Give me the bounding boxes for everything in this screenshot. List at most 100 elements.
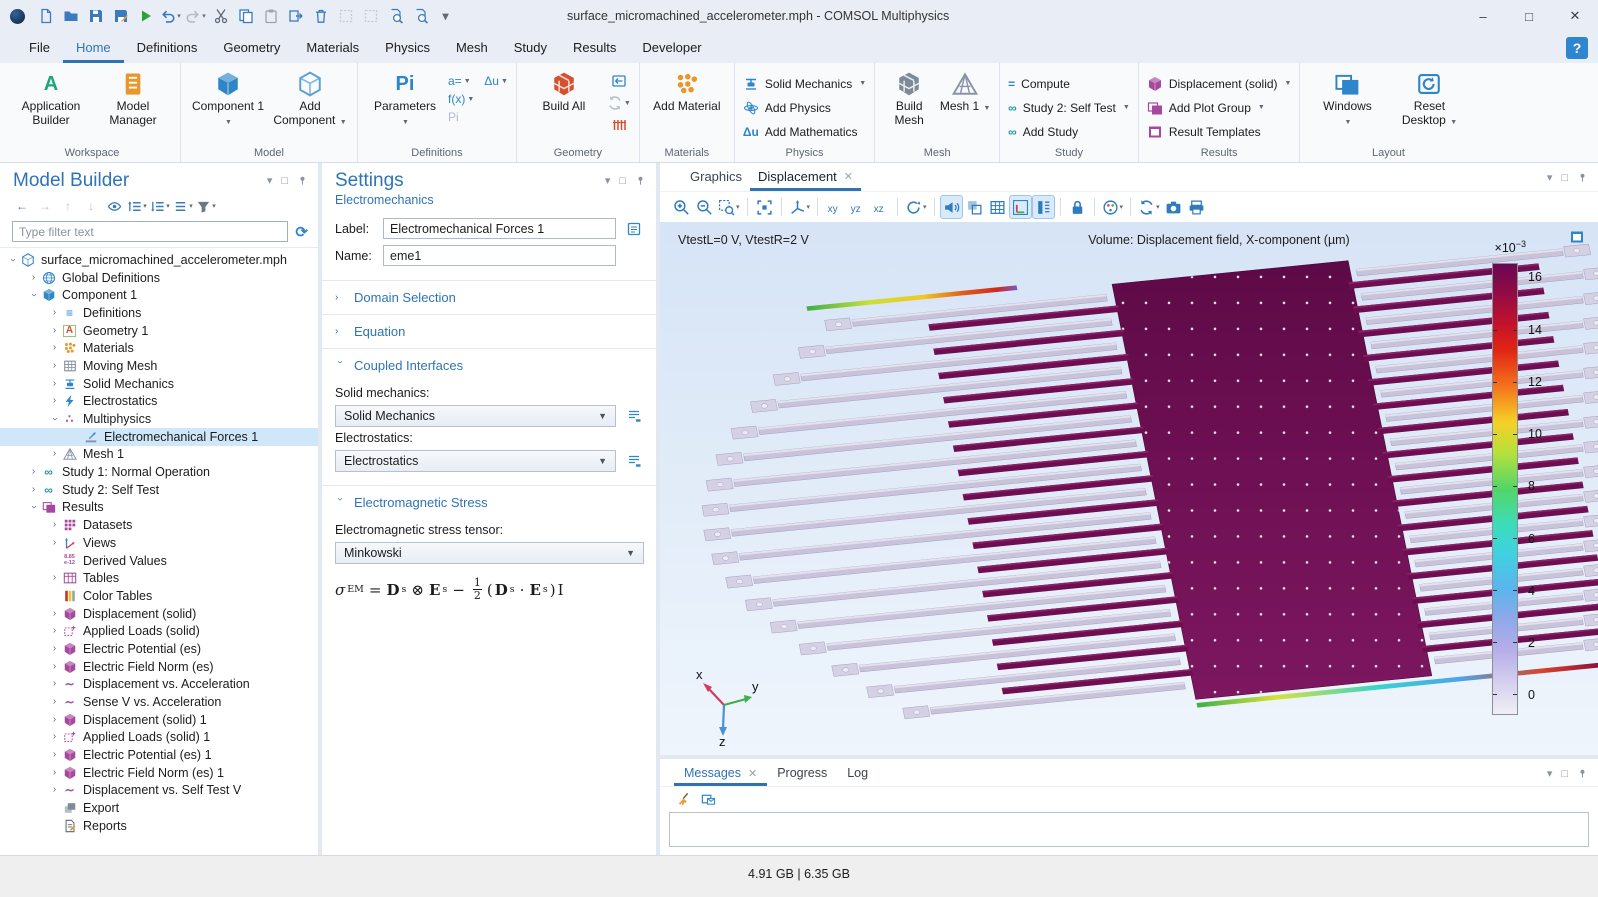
add-study-button[interactable]: ∞Add Study <box>1008 121 1130 142</box>
variables-button[interactable]: a=▼ <box>448 74 474 88</box>
study-2-self-test-button[interactable]: ∞Study 2: Self Test▼ <box>1008 97 1130 118</box>
menu-definitions[interactable]: Definitions <box>124 35 211 63</box>
maximize-button[interactable]: □ <box>1506 0 1552 32</box>
application-builder-button[interactable]: AApplication Builder <box>12 66 90 128</box>
panel-pin-icon[interactable] <box>1577 172 1588 183</box>
panel-float-icon[interactable]: □ <box>1561 172 1568 184</box>
tree-expand-chevron[interactable]: › <box>48 520 61 530</box>
find-icon[interactable] <box>383 4 408 28</box>
open-icon[interactable] <box>58 4 83 28</box>
show-axes-button[interactable] <box>1009 195 1032 219</box>
functions-button[interactable]: f(x)▼ <box>448 92 474 106</box>
back-button[interactable]: ← <box>12 196 32 216</box>
color-theme-button[interactable]: ▾ <box>1100 195 1126 219</box>
copy-icon[interactable] <box>233 4 258 28</box>
tree-item-displacement-vs-self-test-v[interactable]: ›∼Displacement vs. Self Test V <box>0 782 318 800</box>
delete-icon[interactable] <box>308 4 333 28</box>
tree-item-electric-potential-es[interactable]: ›Electric Potential (es) <box>0 640 318 658</box>
note-icon[interactable] <box>624 219 644 239</box>
zoom-out-button[interactable] <box>693 195 716 219</box>
tree-collapse-chevron[interactable]: › <box>8 253 18 266</box>
list-select-icon[interactable] <box>624 406 644 426</box>
tab-graphics[interactable]: Graphics <box>682 164 750 191</box>
rotate-view-button[interactable]: ▾ <box>903 195 929 219</box>
tree-expand-chevron[interactable]: › <box>48 343 61 353</box>
search-settings-icon[interactable] <box>408 4 433 28</box>
tree-expand-chevron[interactable]: › <box>48 609 61 619</box>
tree-item-materials[interactable]: ›Materials <box>0 339 318 357</box>
tree-item-color-tables[interactable]: Color Tables <box>0 587 318 605</box>
tree-expand-chevron[interactable]: › <box>48 732 61 742</box>
menu-materials[interactable]: Materials <box>293 35 372 63</box>
undo-icon[interactable]: ▾ <box>158 4 183 28</box>
tree-item-sense-v-vs-acceleration[interactable]: ›∼Sense V vs. Acceleration <box>0 693 318 711</box>
graphics-viewport[interactable]: VtestL=0 V, VtestR=2 V Volume: Displacem… <box>660 222 1598 755</box>
tree-item-global-definitions[interactable]: ›Global Definitions <box>0 269 318 287</box>
tree-expand-chevron[interactable]: › <box>48 679 61 689</box>
move-up-button[interactable]: ↑ <box>58 196 78 216</box>
close-icon[interactable]: ✕ <box>748 767 757 780</box>
show-hide-button[interactable] <box>104 196 124 216</box>
accelerometer-3d-view[interactable] <box>660 222 1598 755</box>
add-plot-group-button[interactable]: Add Plot Group▼ <box>1147 97 1292 118</box>
clear-messages-button[interactable] <box>672 789 692 809</box>
tree-item-results[interactable]: ›Results <box>0 499 318 517</box>
displacement-solid-button[interactable]: Displacement (solid)▼ <box>1147 73 1292 94</box>
panel-menu-icon[interactable]: ▾ <box>267 174 273 187</box>
paste-icon[interactable] <box>258 4 283 28</box>
color-legend-button[interactable] <box>1032 195 1055 219</box>
insert-sequence-icon[interactable] <box>607 73 631 89</box>
tree-item-displacement-solid-1[interactable]: ›Displacement (solid) 1 <box>0 711 318 729</box>
tree-collapse-chevron[interactable]: › <box>29 501 39 514</box>
disable-icon[interactable] <box>333 4 358 28</box>
save-as-icon[interactable] <box>108 4 133 28</box>
snapshot-button[interactable] <box>1162 195 1185 219</box>
list-select-icon[interactable] <box>624 451 644 471</box>
tree-expand-chevron[interactable]: › <box>48 326 61 336</box>
tree-item-applied-loads-solid[interactable]: ›Applied Loads (solid) <box>0 622 318 640</box>
menu-results[interactable]: Results <box>560 35 629 63</box>
tree-expand-chevron[interactable]: › <box>48 449 61 459</box>
fence-icon[interactable] <box>607 117 631 133</box>
panel-menu-icon[interactable]: ▾ <box>1547 171 1553 184</box>
electrostatics-select[interactable]: Electrostatics▼ <box>335 450 616 472</box>
windows-button[interactable]: Windows▼ <box>1308 66 1386 128</box>
tree-item-geometry-1[interactable]: ›AGeometry 1 <box>0 322 318 340</box>
run-icon[interactable] <box>133 4 158 28</box>
transparency-button[interactable] <box>963 195 986 219</box>
tree-expand-chevron[interactable]: › <box>48 750 61 760</box>
help-button[interactable]: ? <box>1566 37 1588 59</box>
build-mesh-button[interactable]: Build Mesh <box>883 66 935 128</box>
tree-item-views[interactable]: ›Views <box>0 534 318 552</box>
default-3d-view-button[interactable]: ▾ <box>787 195 813 219</box>
customize-toolbar-icon[interactable]: ▾ <box>433 4 458 28</box>
add-material-button[interactable]: Add Material <box>648 66 726 113</box>
tree-expand-chevron[interactable]: › <box>48 308 61 318</box>
tree-expand-chevron[interactable]: › <box>48 768 61 778</box>
section-header[interactable]: ›Electromagnetic Stress <box>335 495 644 510</box>
panel-menu-icon[interactable]: ▾ <box>1547 767 1553 780</box>
lock-view-button[interactable] <box>1066 195 1089 219</box>
tree-item-electrostatics[interactable]: ›Electrostatics <box>0 393 318 411</box>
expand-tree-button[interactable]: ▾ <box>127 196 147 216</box>
close-button[interactable]: ✕ <box>1552 0 1598 32</box>
section-header[interactable]: ›Coupled Interfaces <box>335 358 644 373</box>
panel-float-icon[interactable]: □ <box>619 175 626 187</box>
view-xz-button[interactable] <box>869 195 892 219</box>
nonlocal-couplings-button[interactable]: Δu▼ <box>484 74 508 88</box>
tree-node-text-button[interactable]: ▾ <box>173 196 193 216</box>
menu-geometry[interactable]: Geometry <box>210 35 293 63</box>
tree-item-definitions[interactable]: ›≡Definitions <box>0 304 318 322</box>
panel-pin-icon[interactable] <box>297 175 308 186</box>
panel-float-icon[interactable]: □ <box>1561 768 1568 780</box>
tree-expand-chevron[interactable]: › <box>48 785 61 795</box>
view-yz-button[interactable] <box>846 195 869 219</box>
tree-expand-chevron[interactable]: › <box>48 697 61 707</box>
tree-expand-chevron[interactable]: › <box>48 396 61 406</box>
tab-progress[interactable]: Progress <box>767 762 837 786</box>
tree-expand-chevron[interactable]: › <box>48 573 61 583</box>
tab-messages[interactable]: Messages✕ <box>674 762 767 786</box>
tree-expand-chevron[interactable]: › <box>48 644 61 654</box>
tree-item-export[interactable]: Export <box>0 799 318 817</box>
tree-expand-chevron[interactable]: › <box>48 662 61 672</box>
